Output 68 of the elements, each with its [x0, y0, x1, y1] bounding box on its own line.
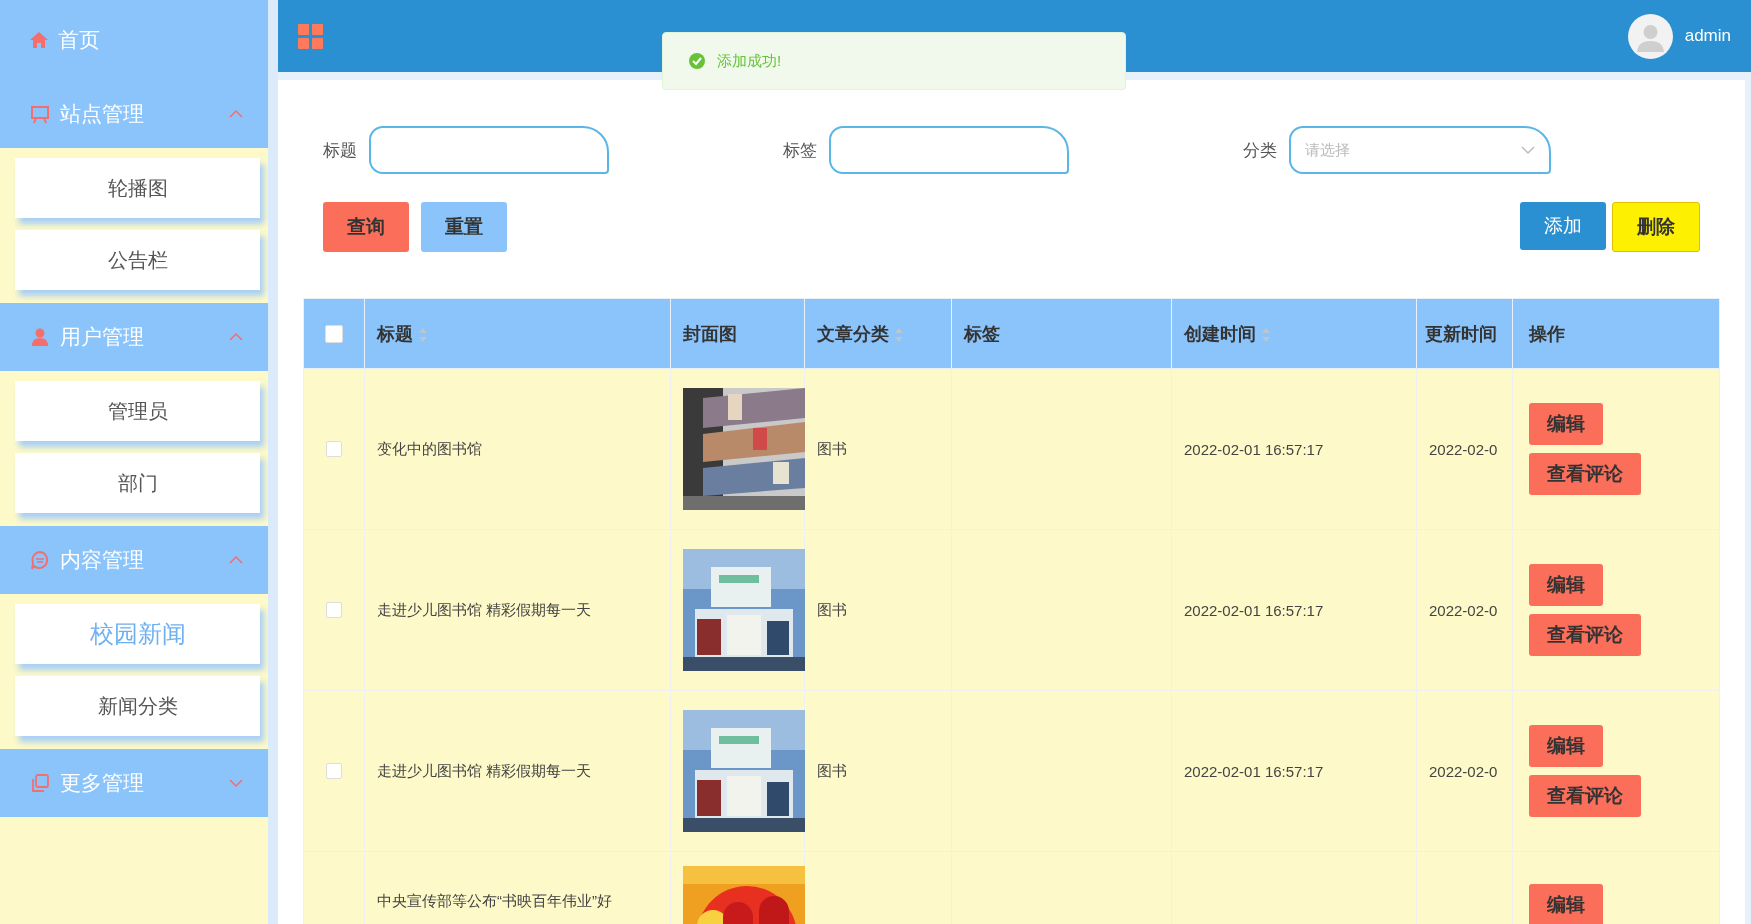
- view-comments-button[interactable]: 查看评论: [1529, 453, 1641, 495]
- checkbox[interactable]: [325, 324, 343, 343]
- column-header[interactable]: 文章分类: [817, 323, 889, 344]
- success-icon: [689, 53, 705, 69]
- user-name[interactable]: admin: [1684, 26, 1731, 46]
- menu-item[interactable]: 公告栏: [15, 230, 260, 290]
- chevron-icon: [1521, 145, 1535, 155]
- edit-button[interactable]: 编辑: [1529, 564, 1603, 606]
- table-cell: 图书: [817, 600, 847, 618]
- sort-icon: [419, 327, 427, 342]
- chevron-icon: [228, 108, 244, 120]
- table-cell: 2022-02-0: [1429, 601, 1498, 619]
- sort-icon: [1262, 327, 1270, 342]
- input-field[interactable]: [829, 126, 1069, 174]
- delete-button[interactable]: 删除: [1612, 202, 1700, 252]
- view-comments-button[interactable]: 查看评论: [1529, 614, 1641, 656]
- toast-message: 添加成功!: [717, 51, 782, 71]
- table-cell: 中央宣传部等公布“书映百年伟业”好: [377, 892, 612, 909]
- column-header[interactable]: 操作: [1529, 323, 1565, 344]
- input-field[interactable]: [369, 126, 609, 174]
- search-button[interactable]: 查询: [323, 202, 409, 252]
- user-icon: [30, 327, 50, 347]
- add-button[interactable]: 添加: [1520, 202, 1606, 250]
- reset-button[interactable]: 重置: [421, 202, 507, 252]
- column-header[interactable]: 标签: [964, 323, 1000, 344]
- select-placeholder: 请选择: [1305, 140, 1350, 160]
- table-cell: 图书: [817, 439, 847, 457]
- menu-item[interactable]: 轮播图: [15, 158, 260, 218]
- avatar: [1627, 13, 1673, 59]
- chevron-icon: [228, 777, 244, 789]
- menu-group-label: 内容管理: [60, 547, 145, 573]
- menu-item[interactable]: 部门: [15, 453, 260, 513]
- checkbox[interactable]: [326, 602, 342, 618]
- chevron-icon: [228, 554, 244, 566]
- table-cell: 2022-02-01 16:57:17: [1184, 440, 1324, 458]
- filter-label: 标签: [783, 139, 817, 162]
- menu-item[interactable]: 管理员: [15, 381, 260, 441]
- table-cell: 图书: [817, 761, 847, 779]
- table-cell: 2022-02-0: [1429, 762, 1498, 780]
- view-comments-button[interactable]: 查看评论: [1529, 775, 1641, 817]
- grid-menu-icon[interactable]: [298, 23, 323, 49]
- edit-button[interactable]: 编辑: [1529, 725, 1603, 767]
- menu-group-label: 用户管理: [60, 324, 145, 350]
- home-icon: [30, 31, 48, 49]
- table-cell: 走进少儿图书馆 精彩假期每一天: [377, 761, 592, 779]
- table-cell: 2022-02-01 16:57:17: [1184, 762, 1324, 780]
- table-cell: 走进少儿图书馆 精彩假期每一天: [377, 600, 592, 618]
- filter-label: 标题: [323, 139, 357, 162]
- filter-label: 分类: [1243, 139, 1277, 162]
- menu-item[interactable]: 新闻分类: [15, 676, 260, 736]
- table-cell: 变化中的图书馆: [377, 439, 482, 457]
- column-header[interactable]: 标题: [377, 323, 413, 344]
- column-header[interactable]: 创建时间: [1184, 323, 1256, 344]
- checkbox[interactable]: [326, 763, 342, 779]
- menu-group-label: 更多管理: [60, 770, 145, 796]
- easel-icon: [30, 104, 50, 124]
- menu-group-label: 站点管理: [60, 101, 145, 127]
- copy-icon: [30, 773, 50, 793]
- menu-item[interactable]: 校园新闻: [15, 604, 260, 664]
- table-cell: 2022-02-01 16:57:17: [1184, 601, 1324, 619]
- chat-icon: [30, 550, 50, 570]
- table-cell: 2022-02-0: [1429, 440, 1498, 458]
- sort-icon: [895, 327, 903, 342]
- checkbox[interactable]: [326, 441, 342, 457]
- edit-button[interactable]: 编辑: [1529, 403, 1603, 445]
- column-header[interactable]: 封面图: [683, 323, 737, 344]
- chevron-icon: [228, 331, 244, 343]
- edit-button[interactable]: 编辑: [1529, 884, 1603, 924]
